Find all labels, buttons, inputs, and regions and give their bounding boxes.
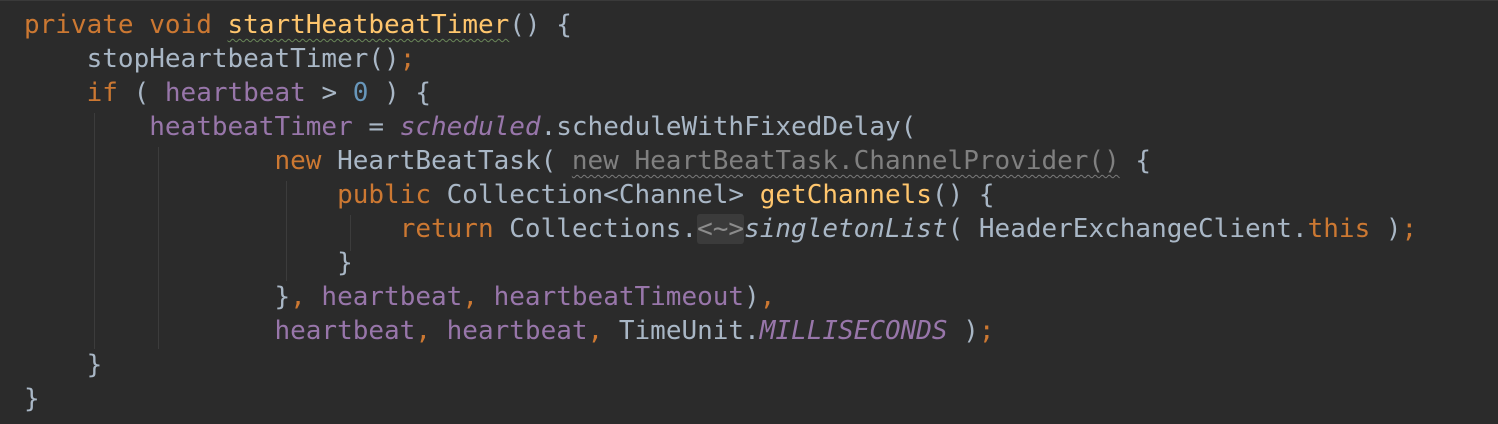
code-token: .scheduleWithFixedDelay( xyxy=(540,112,917,142)
code-token: () { xyxy=(931,180,995,210)
code-token: private xyxy=(24,10,134,40)
code-token: , xyxy=(759,282,776,312)
code-token: heartbeat xyxy=(274,316,416,346)
code-token: , xyxy=(290,282,322,312)
code-token: <~> xyxy=(697,214,745,244)
code-token: TimeUnit. xyxy=(618,316,760,346)
code-token: if xyxy=(86,78,118,108)
code-token: heartbeatTimeout xyxy=(493,282,745,312)
code-token: = xyxy=(352,112,400,142)
code-editor[interactable]: private void startHeatbeatTimer() { stop… xyxy=(0,0,1498,424)
code-line-1[interactable]: private void startHeatbeatTimer() { xyxy=(24,8,572,42)
code-token: HeartBeatTask( xyxy=(321,146,572,176)
code-token: MILLISECONDS xyxy=(759,316,948,346)
code-token: void xyxy=(149,10,212,40)
code-line-11[interactable]: } xyxy=(24,348,103,382)
code-token: } xyxy=(24,282,291,312)
code-token: > xyxy=(305,78,353,108)
code-token: heatbeatTimer xyxy=(149,112,353,142)
code-token: , xyxy=(415,316,447,346)
code-token: , xyxy=(462,282,494,312)
code-token: ( xyxy=(117,78,165,108)
code-line-12[interactable]: } xyxy=(24,382,40,416)
code-token: 0 xyxy=(352,78,369,108)
code-token: } xyxy=(24,350,103,380)
code-line-8[interactable]: } xyxy=(24,246,353,280)
code-token: ) xyxy=(1370,214,1402,244)
code-token: Collection<Channel> xyxy=(431,180,760,210)
code-line-5[interactable]: new HeartBeatTask( new HeartBeatTask.Cha… xyxy=(24,144,1151,178)
code-token: Collections. xyxy=(493,214,698,244)
code-token: ) xyxy=(947,316,979,346)
code-token: ( HeaderExchangeClient. xyxy=(947,214,1308,244)
code-token: scheduled xyxy=(399,112,541,142)
code-line-10[interactable]: heartbeat, heartbeat, TimeUnit.MILLISECO… xyxy=(24,314,995,348)
code-token: this xyxy=(1307,214,1371,244)
code-token: () { xyxy=(509,10,572,40)
code-line-3[interactable]: if ( heartbeat > 0 ) { xyxy=(24,76,431,110)
code-token: heartbeat xyxy=(446,316,588,346)
code-token: heartbeat xyxy=(164,78,306,108)
code-line-6[interactable]: public Collection<Channel> getChannels()… xyxy=(24,178,995,212)
code-token: stopHeartbeatTimer() xyxy=(24,44,400,74)
code-token: heartbeat xyxy=(321,282,463,312)
code-token: public xyxy=(337,180,431,210)
code-token: , xyxy=(587,316,619,346)
code-token: ) xyxy=(744,282,760,312)
code-line-9[interactable]: }, heartbeat, heartbeatTimeout), xyxy=(24,280,775,314)
code-token: return xyxy=(399,214,494,244)
code-token: singletonList xyxy=(744,214,948,244)
code-token: ; xyxy=(1401,214,1418,244)
code-token: new xyxy=(274,146,322,176)
code-token: ; xyxy=(399,44,416,74)
code-line-4[interactable]: heatbeatTimer = scheduled.scheduleWithFi… xyxy=(24,110,916,144)
code-token: new HeartBeatTask.ChannelProvider() xyxy=(571,146,1120,176)
code-token: } xyxy=(24,248,353,278)
code-token: { xyxy=(1119,146,1152,176)
code-token: ) { xyxy=(368,78,432,108)
code-token: startHeatbeatTimer xyxy=(227,10,510,40)
code-token: getChannels xyxy=(759,180,932,210)
code-token: } xyxy=(24,384,40,414)
code-line-7[interactable]: return Collections.<~>singletonList( Hea… xyxy=(24,212,1417,246)
code-line-2[interactable]: stopHeartbeatTimer(); xyxy=(24,42,416,76)
code-token: ; xyxy=(978,316,995,346)
